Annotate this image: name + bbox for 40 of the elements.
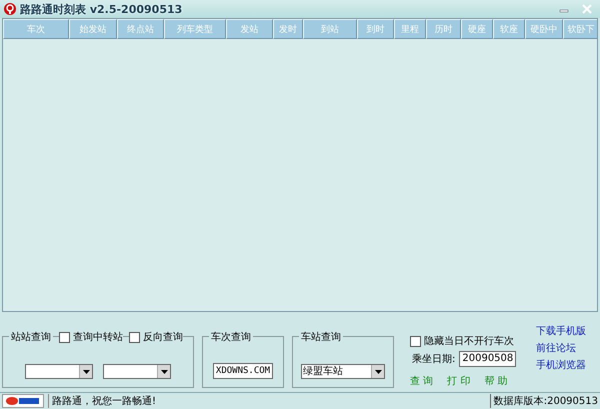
action-button[interactable]: 查 询	[410, 374, 434, 388]
checkbox-option[interactable]: 查询中转站	[59, 330, 123, 344]
group-title: 车站查询	[299, 330, 343, 344]
column-header[interactable]: 列车类型	[164, 19, 226, 39]
column-header[interactable]: 发时	[273, 19, 303, 39]
link[interactable]: 前往论坛	[536, 341, 586, 355]
dropdown-arrow-icon	[82, 370, 90, 374]
dropdown-arrow-icon	[374, 370, 382, 374]
column-header[interactable]: 硬卧中	[525, 19, 563, 39]
column-header[interactable]: 硬座	[461, 19, 493, 39]
station-dropdown[interactable]	[103, 364, 171, 379]
column-header[interactable]: 软座	[493, 19, 525, 39]
dropdown-arrow-icon	[160, 370, 168, 374]
train-number-field[interactable]: XDOWNS.COM	[212, 363, 274, 379]
close-icon	[582, 4, 592, 14]
link[interactable]: 下载手机版	[536, 324, 586, 338]
status-message: 路路通，祝您一路畅通!	[48, 394, 486, 408]
column-header[interactable]: 终点站	[117, 19, 164, 39]
date-label: 乘坐日期:	[412, 352, 456, 366]
database-version: 数据库版本:20090513	[490, 394, 598, 408]
column-header[interactable]: 到站	[303, 19, 357, 39]
app-logo-icon	[2, 394, 44, 408]
group-title: 车次查询	[209, 330, 253, 344]
railway-logo-icon	[3, 2, 17, 16]
group-title: 站站查询	[9, 330, 53, 344]
station-dropdown[interactable]	[25, 364, 93, 379]
action-button[interactable]: 帮 助	[484, 374, 508, 388]
column-header[interactable]: 车次	[3, 19, 69, 39]
column-header[interactable]: 始发站	[69, 19, 117, 39]
station-dropdown[interactable]: 绿盟车站	[301, 364, 385, 379]
date-field[interactable]: 20090508	[459, 351, 516, 367]
column-header[interactable]: 历时	[426, 19, 461, 39]
column-header[interactable]: 里程	[394, 19, 426, 39]
action-button[interactable]: 打 印	[447, 374, 470, 388]
window-title: 路路通时刻表 v2.5-20090513	[20, 2, 182, 16]
column-header[interactable]: 到时	[357, 19, 394, 39]
column-header[interactable]: 软卧下	[563, 19, 597, 39]
link[interactable]: 手机浏览器	[536, 358, 586, 372]
column-header[interactable]: 发站	[226, 19, 273, 39]
checkbox-option[interactable]: 反向查询	[129, 330, 183, 344]
